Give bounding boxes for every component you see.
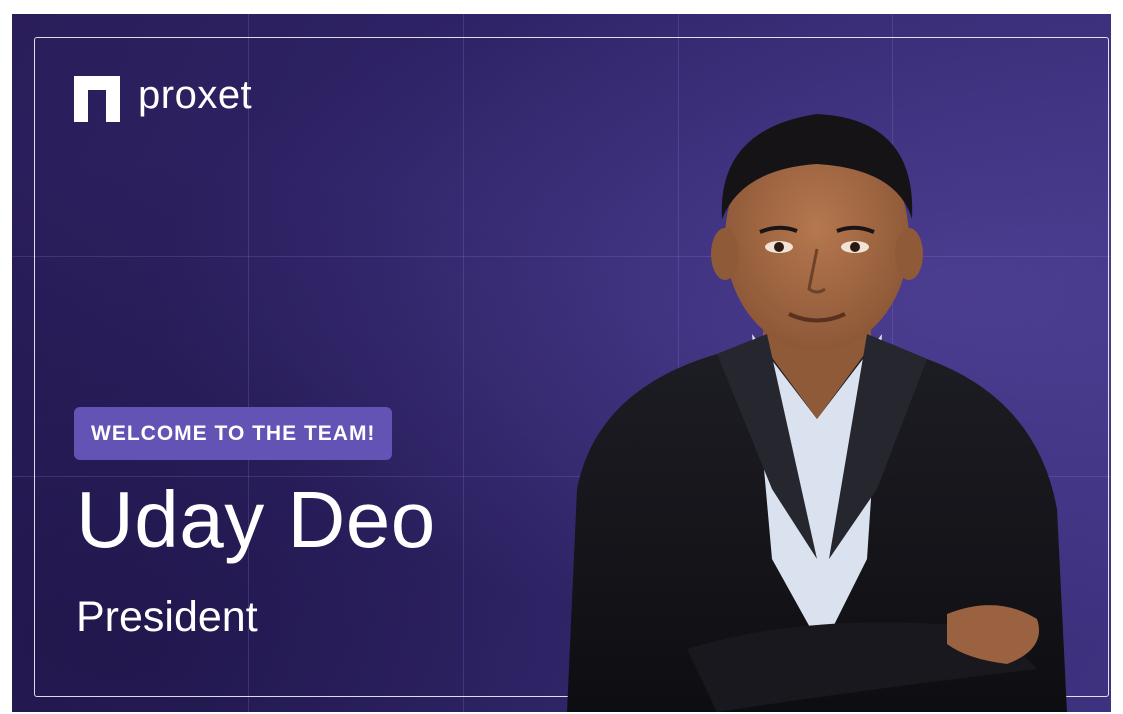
proxet-logo-icon [74,76,120,122]
welcome-badge: WELCOME TO THE TEAM! [74,407,393,460]
brand-logo: proxet [74,73,253,122]
person-name: Uday Deo [76,475,436,564]
portrait-photo [567,114,1067,712]
announcement-banner: proxet WELCOME TO THE TEAM! Uday Deo Pre… [12,14,1111,712]
welcome-badge-label: WELCOME TO THE TEAM! [91,421,376,445]
brand-name: proxet [138,73,253,117]
person-title: President [76,593,258,641]
